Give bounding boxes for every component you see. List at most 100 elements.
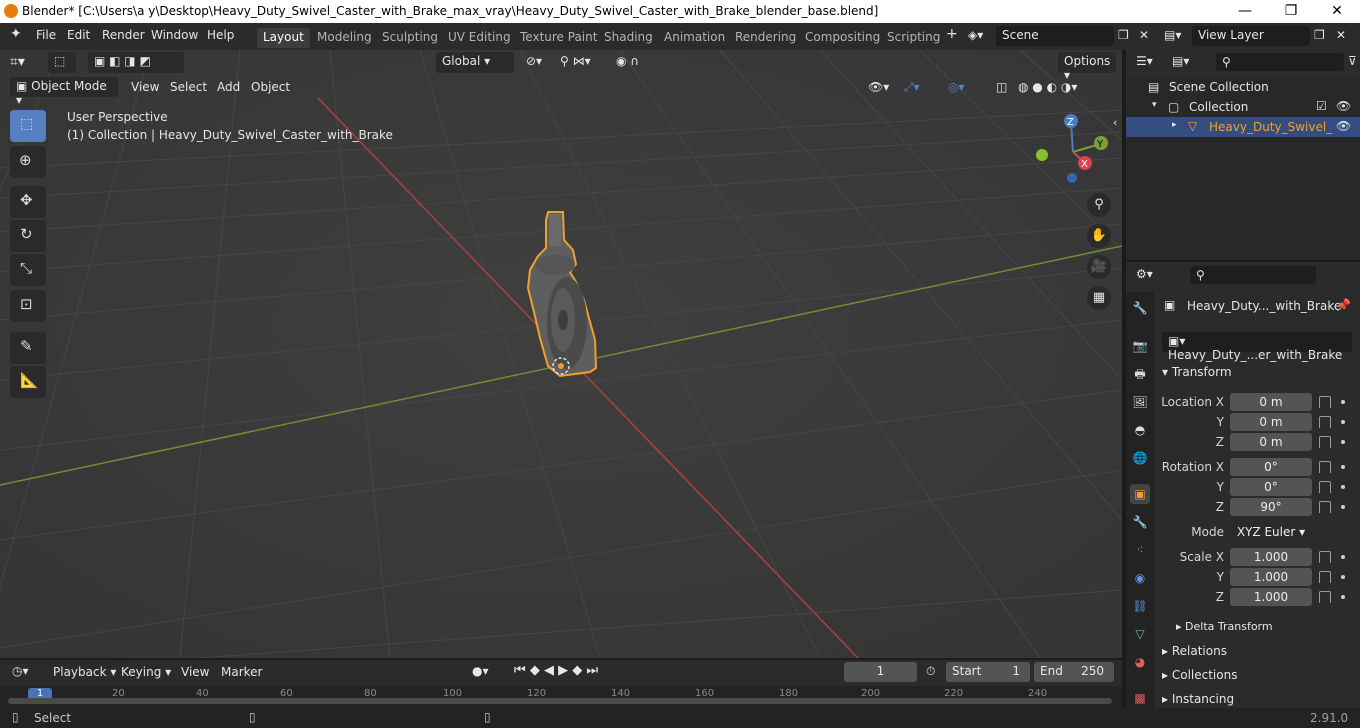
tab-rendering[interactable]: Rendering bbox=[729, 28, 802, 48]
proportional-edit-icon[interactable]: ◉ ∩ bbox=[616, 54, 639, 68]
location-z-field[interactable]: 0 m bbox=[1230, 433, 1312, 451]
lock-icon[interactable] bbox=[1319, 551, 1331, 563]
visibility-icon[interactable]: 👁▾ bbox=[868, 80, 889, 94]
3d-viewport[interactable]: ⌗▾ ⬚ ▣ ◧ ◨ ◩ Global ▾ ⊘▾ ⚲ ⋈▾ ◉ ∩ Option… bbox=[0, 50, 1122, 658]
tab-compositing[interactable]: Compositing bbox=[799, 28, 886, 48]
menu-view[interactable]: View bbox=[131, 80, 159, 94]
lock-icon[interactable] bbox=[1319, 571, 1331, 583]
properties-search-input[interactable]: ⚲ bbox=[1190, 266, 1316, 284]
lock-icon[interactable] bbox=[1319, 396, 1331, 408]
editor-type-icon[interactable]: ⌗▾ bbox=[10, 54, 25, 70]
menu-object[interactable]: Object bbox=[251, 80, 290, 94]
tab-texture-paint[interactable]: Texture Paint bbox=[514, 28, 603, 48]
close-button[interactable]: ✕ bbox=[1314, 0, 1360, 23]
menu-window[interactable]: Window bbox=[151, 28, 198, 42]
shading-modes-icon[interactable]: ◍ ● ◐ ◑▾ bbox=[1018, 80, 1077, 94]
camera-icon[interactable]: 🎥 bbox=[1087, 255, 1111, 279]
pan-hand-icon[interactable]: ✋ bbox=[1087, 224, 1111, 248]
location-x-field[interactable]: 0 m bbox=[1230, 393, 1312, 411]
orientation-dropdown[interactable]: Global ▾ bbox=[436, 52, 514, 73]
marker-menu[interactable]: Marker bbox=[221, 665, 262, 679]
collections-panel-header[interactable]: ▸ Collections bbox=[1162, 668, 1237, 682]
end-frame-field[interactable]: End 250 bbox=[1034, 662, 1114, 682]
tab-layout[interactable]: Layout bbox=[257, 28, 310, 48]
timeline-scrollbar[interactable] bbox=[8, 698, 1112, 704]
remove-scene-icon[interactable]: ✕ bbox=[1139, 28, 1149, 42]
object-name-field[interactable]: ▣▾ Heavy_Duty_...er_with_Brake bbox=[1162, 332, 1352, 362]
keyframe-dot[interactable] bbox=[1341, 420, 1345, 424]
new-view-layer-icon[interactable]: ❐ bbox=[1314, 28, 1325, 42]
tree-collection[interactable]: ▾ ▢ Collection ☑ 👁 bbox=[1126, 98, 1360, 118]
rotation-x-field[interactable]: 0° bbox=[1230, 458, 1312, 476]
pivot-icon[interactable]: ⊘▾ bbox=[526, 54, 542, 68]
keyframe-dot[interactable] bbox=[1341, 485, 1345, 489]
options-dropdown[interactable]: Options ▾ bbox=[1058, 52, 1116, 82]
display-mode-icon[interactable]: ▤▾ bbox=[1172, 54, 1189, 68]
select-box-tool[interactable]: ⬚ bbox=[10, 110, 46, 142]
move-tool[interactable]: ✥ bbox=[10, 186, 46, 218]
scene-tab-icon[interactable]: ◓ bbox=[1130, 420, 1150, 440]
menu-render[interactable]: Render bbox=[102, 28, 145, 42]
object-tab-icon[interactable]: ▣ bbox=[1130, 484, 1150, 504]
snap-icon[interactable]: ⚲ ⋈▾ bbox=[560, 54, 591, 68]
menu-edit[interactable]: Edit bbox=[67, 28, 90, 42]
outliner-search-input[interactable]: ⚲ bbox=[1216, 53, 1344, 71]
clock-icon[interactable]: ⏱ bbox=[926, 664, 935, 679]
record-icon[interactable]: ●▾ bbox=[472, 664, 489, 678]
maximize-button[interactable]: ❐ bbox=[1268, 0, 1314, 23]
keyframe-dot[interactable] bbox=[1341, 505, 1345, 509]
xray-icon[interactable]: ◫ bbox=[996, 80, 1007, 94]
rotation-y-field[interactable]: 0° bbox=[1230, 478, 1312, 496]
pin-icon[interactable]: 📌 bbox=[1336, 298, 1351, 312]
keyframe-dot[interactable] bbox=[1341, 575, 1345, 579]
keyframe-dot[interactable] bbox=[1341, 595, 1345, 599]
keying-menu[interactable]: Keying ▾ bbox=[121, 665, 171, 679]
scale-tool[interactable]: ⤡ bbox=[10, 254, 46, 286]
overlay-toggle-icon[interactable]: ◎▾ bbox=[948, 80, 965, 94]
add-workspace-icon[interactable]: + bbox=[946, 26, 958, 42]
location-y-field[interactable]: 0 m bbox=[1230, 413, 1312, 431]
texture-tab-icon[interactable]: ▩ bbox=[1130, 688, 1150, 708]
rotation-mode-dropdown[interactable]: XYZ Euler ▾ bbox=[1230, 523, 1312, 541]
lock-icon[interactable] bbox=[1319, 481, 1331, 493]
modifier-tab-icon[interactable]: 🔧 bbox=[1130, 512, 1150, 532]
timeline-ruler[interactable]: 1 20 40 60 80 100 120 140 160 180 200 22… bbox=[0, 686, 1122, 708]
tree-object-row[interactable]: ▸ ▽ Heavy_Duty_Swivel_ 👁 bbox=[1126, 117, 1360, 137]
collection-visibility-icon[interactable]: 👁 bbox=[1336, 99, 1351, 113]
filter-icon[interactable]: ⊽ bbox=[1348, 54, 1357, 68]
gizmo-toggle-icon[interactable]: ⤢▾ bbox=[904, 80, 920, 95]
scale-x-field[interactable]: 1.000 bbox=[1230, 548, 1312, 566]
new-scene-icon[interactable]: ❐ bbox=[1118, 28, 1129, 42]
navigation-gizmo[interactable]: Z Y X bbox=[1030, 112, 1116, 188]
render-tab-icon[interactable]: 📷 bbox=[1130, 336, 1150, 356]
mode-dropdown[interactable]: ▣ Object Mode ▾ bbox=[10, 77, 118, 107]
delta-transform-header[interactable]: ▸ Delta Transform bbox=[1176, 620, 1273, 633]
keyframe-dot[interactable] bbox=[1341, 400, 1345, 404]
view-layer-tab-icon[interactable]: 🖼 bbox=[1130, 392, 1150, 412]
lock-icon[interactable] bbox=[1319, 436, 1331, 448]
keyframe-dot[interactable] bbox=[1341, 465, 1345, 469]
zoom-icon[interactable]: ⚲ bbox=[1087, 193, 1111, 217]
scene-icon[interactable]: ◈▾ bbox=[968, 28, 983, 42]
view-layer-icon[interactable]: ▤▾ bbox=[1164, 28, 1181, 42]
playback-menu[interactable]: Playback ▾ bbox=[53, 665, 116, 679]
tree-scene-collection[interactable]: ▤ Scene Collection bbox=[1126, 78, 1360, 98]
minimize-button[interactable]: — bbox=[1222, 0, 1268, 23]
tab-sculpting[interactable]: Sculpting bbox=[376, 28, 444, 48]
menu-add[interactable]: Add bbox=[217, 80, 240, 94]
lock-icon[interactable] bbox=[1319, 461, 1331, 473]
exclude-checkbox[interactable]: ☑ bbox=[1316, 99, 1327, 113]
menu-file[interactable]: File bbox=[36, 28, 56, 42]
menu-select[interactable]: Select bbox=[170, 80, 207, 94]
scale-y-field[interactable]: 1.000 bbox=[1230, 568, 1312, 586]
sidebar-toggle-icon[interactable]: ‹ bbox=[1113, 116, 1117, 129]
scene-field[interactable]: Scene bbox=[996, 26, 1114, 46]
keyframe-dot[interactable] bbox=[1341, 440, 1345, 444]
remove-view-layer-icon[interactable]: ✕ bbox=[1336, 28, 1346, 42]
output-tab-icon[interactable]: 🖶 bbox=[1130, 364, 1150, 384]
expand-collection-icon[interactable]: ▾ bbox=[1152, 100, 1157, 110]
rotate-tool[interactable]: ↻ bbox=[10, 220, 46, 252]
current-frame-field[interactable]: 1 bbox=[844, 662, 917, 682]
view-layer-field[interactable]: View Layer bbox=[1192, 26, 1310, 46]
tool-tab-icon[interactable]: 🔧 bbox=[1130, 298, 1150, 318]
